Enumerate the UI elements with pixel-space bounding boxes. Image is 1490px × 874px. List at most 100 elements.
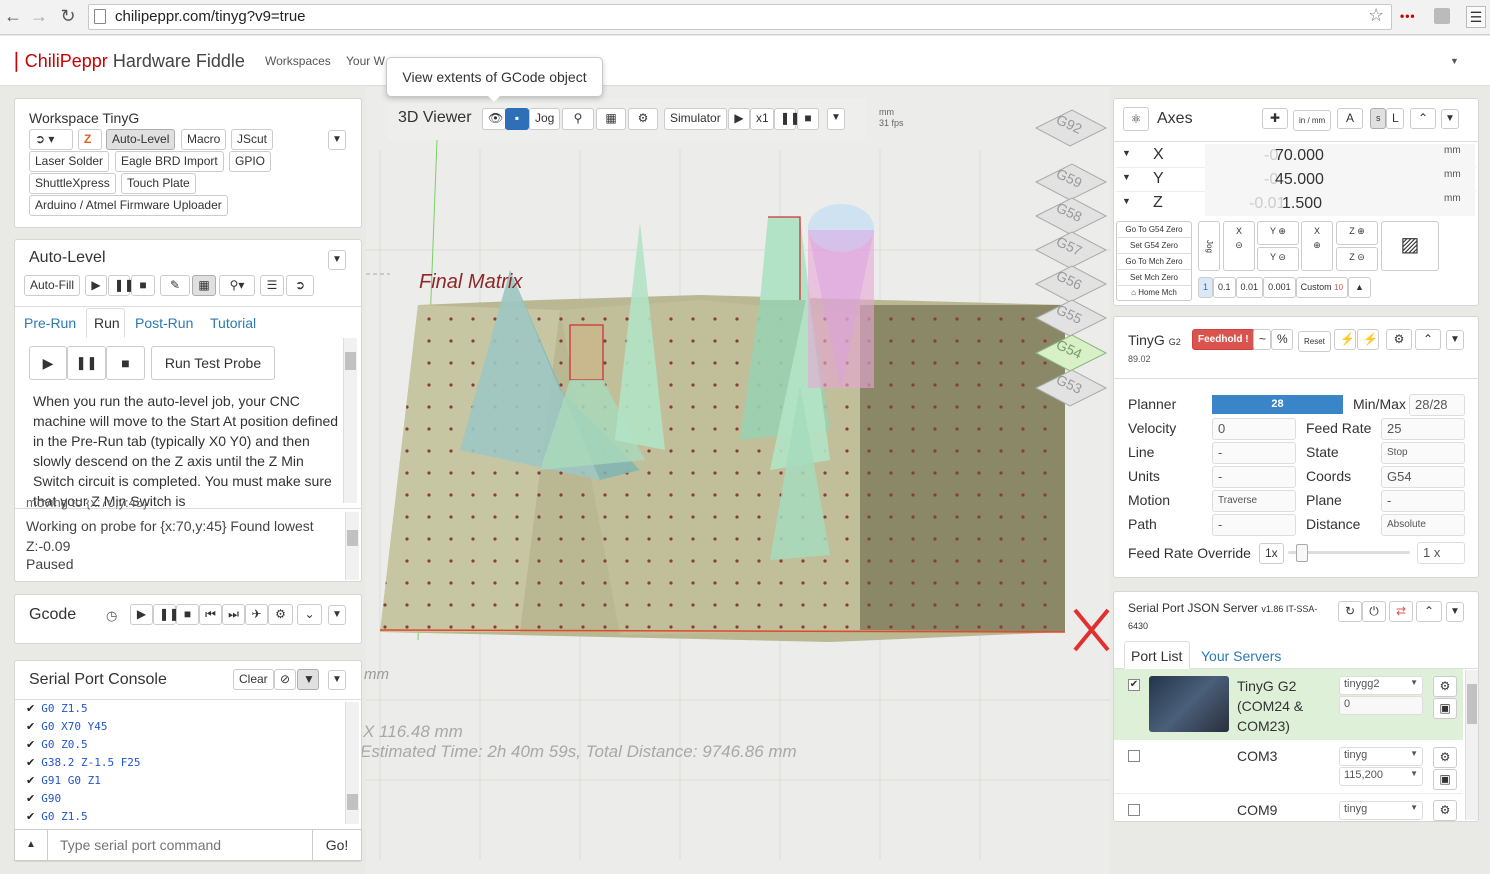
extension-icon[interactable]: ••• [1400,9,1416,23]
ws-autolevel-button[interactable]: Auto-Level [106,129,176,150]
set-g54-zero-button[interactable]: Set G54 Zero [1117,238,1191,254]
gcode-next-button[interactable]: ⏭ [222,604,245,625]
run-test-probe-button[interactable]: Run Test Probe [151,346,275,380]
port-settings-button[interactable]: ⚙ [1433,676,1457,697]
spjs-restart-button[interactable]: ⇄ [1389,601,1413,622]
gcode-collapse-button[interactable]: ⌄ [297,604,322,625]
address-bar[interactable]: chilipeppr.com/tinyg?v9=true [88,4,1392,30]
log-scrollbar[interactable] [345,512,359,580]
port-console-button[interactable]: ▣ [1433,698,1457,719]
port-settings-button[interactable]: ⚙ [1433,747,1457,768]
sim-pause-button[interactable]: ❚❚ [774,108,800,130]
serial-go-button[interactable]: Go! [312,829,362,861]
al-list-button[interactable]: ☰ [260,275,284,296]
chevron-down-icon[interactable]: ▼ [1122,196,1131,206]
autofill-button[interactable]: Auto-Fill [24,275,81,296]
chevron-down-icon[interactable]: ▼ [1122,172,1131,182]
tab-post-run[interactable]: Post-Run [135,315,193,331]
tab-port-list[interactable]: Port List [1131,648,1182,664]
run-play-button[interactable]: ▶ [29,346,67,380]
al-grid-button[interactable]: ▦ [192,275,216,296]
gcode-menu-caret[interactable]: ▼ [328,605,346,625]
ws-arduino-button[interactable]: Arduino / Atmel Firmware Uploader [29,195,228,216]
al-play-button[interactable]: ▶ [85,275,107,296]
resume-button[interactable]: ~ [1253,329,1271,350]
workspace-login-button[interactable]: ➲ ▾ [29,129,73,150]
brand[interactable]: ❘ChiliPeppr Hardware Fiddle [8,48,245,73]
extension2-icon[interactable] [1434,8,1450,24]
gcode-pause-button[interactable]: ❚❚ [153,604,179,625]
reset-button[interactable]: Reset [1298,331,1331,352]
workspace-menu-caret[interactable]: ▼ [328,130,346,150]
flash-button[interactable]: ⚡ [1334,329,1356,350]
jog-y-plus-button[interactable]: Y ⊕ [1257,221,1299,245]
spjs-collapse-button[interactable]: ⌃ [1416,601,1442,622]
tinyg-menu-caret[interactable]: ▼ [1446,330,1464,350]
ws-eagle-button[interactable]: Eagle BRD Import [115,151,224,172]
tab-run[interactable]: Run [94,315,120,331]
step-up-button[interactable]: ▲ [1348,277,1371,298]
tab-pre-run[interactable]: Pre-Run [24,315,76,331]
inch-mm-button[interactable]: in / mm [1293,110,1332,131]
axes-small-button[interactable]: s [1370,108,1386,129]
ws-gpio-button[interactable]: GPIO [229,151,272,172]
axes-large-button[interactable]: L [1386,108,1404,129]
run-stop-button[interactable]: ■ [106,346,145,380]
gcode-stop-button[interactable]: ■ [176,604,199,625]
viewer-menu-caret[interactable]: ▼ [827,108,845,130]
camera-button[interactable]: ▪ [505,108,529,130]
step-0.01-button[interactable]: 0.01 [1235,277,1264,298]
step-custom-button[interactable]: Custom 10 [1295,277,1349,298]
axes-menu-caret[interactable]: ▼ [1441,109,1459,129]
serial-history-button[interactable]: ▲ [14,829,48,861]
chili-logo-button[interactable]: Z [78,129,102,150]
serial-block-button[interactable]: ⊘ [274,669,296,690]
axes-move-button[interactable]: ✚ [1262,108,1288,129]
simulator-button[interactable]: Simulator [664,108,727,130]
ws-macro-button[interactable]: Macro [181,129,227,150]
bookmark-star-icon[interactable]: ☆ [1368,5,1384,26]
jog-z-minus-button[interactable]: Z ⊝ [1336,247,1378,271]
ws-touchplate-button[interactable]: Touch Plate [121,173,196,194]
sim-stop-button[interactable]: ■ [797,108,819,130]
al-zoom-button[interactable]: ⚲▾ [219,275,255,296]
al-send-button[interactable]: ➲ [286,275,314,296]
probe-button[interactable]: ▨ [1381,221,1439,271]
back-icon[interactable]: ← [2,6,24,27]
ws-jscut-button[interactable]: JScut [231,129,274,150]
gcode-play-button[interactable]: ▶ [130,604,153,625]
port-list-scrollbar[interactable] [1465,670,1478,820]
flash2-button[interactable]: ⚡ [1357,329,1379,350]
run-pause-button[interactable]: ❚❚ [67,346,106,380]
port-driver-select[interactable]: tinygg2 ▼ [1339,676,1423,695]
nav-your-workspaces[interactable]: Your W [346,54,385,68]
al-stop-button[interactable]: ■ [131,275,155,296]
percent-button[interactable]: % [1271,329,1293,350]
port-baud-value[interactable]: 0 [1339,696,1423,715]
nav-workspaces[interactable]: Workspaces [265,54,331,68]
serial-menu-caret[interactable]: ▼ [328,670,346,690]
menu-icon[interactable]: ☰ [1466,6,1486,28]
jog-y-minus-button[interactable]: Y ⊝ [1257,247,1299,271]
al-pause-button[interactable]: ❚❚ [108,275,134,296]
port-checkbox[interactable]: ✔ [1128,679,1140,691]
port-baud-select[interactable]: 115,200 ▼ [1339,767,1423,786]
autolevel-menu-caret[interactable]: ▼ [328,250,346,270]
goto-mch-zero-button[interactable]: Go To Mch Zero [1117,254,1191,270]
port-settings-button[interactable]: ⚙ [1433,800,1457,821]
gcode-plane-button[interactable]: ✈ [245,604,268,625]
reload-icon[interactable]: ↻ [57,6,79,27]
grid-button[interactable]: ▦ [596,108,626,130]
home-mch-button[interactable]: ⌂ Home Mch [1117,286,1191,301]
tab-tutorial[interactable]: Tutorial [210,315,256,331]
jog-x-minus-button[interactable]: X ⊝ [1223,221,1255,271]
step-0.1-button[interactable]: 0.1 [1213,277,1236,298]
step-0.001-button[interactable]: 0.001 [1263,277,1296,298]
settings-button[interactable]: ⚙ [628,108,658,130]
inspect-button[interactable]: ⚲ [562,108,594,130]
spjs-power-button[interactable]: ⏻ [1362,601,1386,622]
ws-lasersolder-button[interactable]: Laser Solder [29,151,110,172]
serial-log-scrollbar[interactable] [345,702,359,824]
serial-command-input[interactable] [47,829,313,861]
sim-speed-button[interactable]: x1 [750,108,774,130]
